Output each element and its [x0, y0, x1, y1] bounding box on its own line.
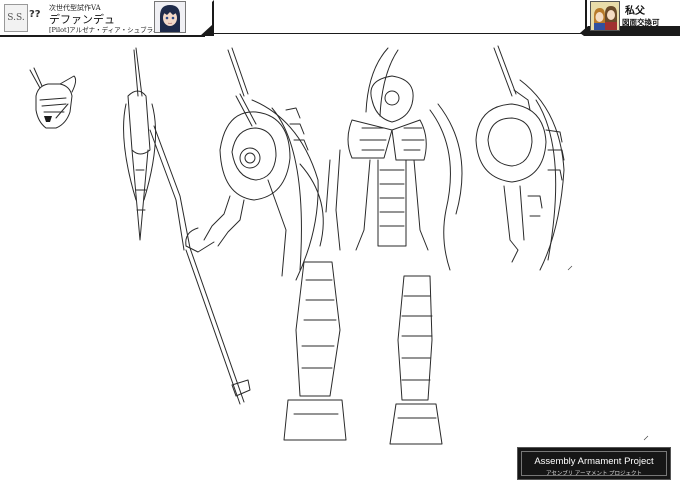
- unit-name: デファンデュ: [49, 13, 115, 26]
- project-badge: Assembly Armament Project アセンブリ アーマメント プ…: [517, 447, 671, 480]
- head-detail-view: [29, 67, 77, 129]
- arm-back-view: [475, 45, 565, 271]
- header: S.S. ?? 次世代型試作VA デファンデュ [Pilot]アルゼナ・ディア・…: [0, 0, 680, 40]
- pilot-label: [Pilot]アルゼナ・ディア・シュブラム: [49, 26, 160, 34]
- project-badge-frame: Assembly Armament Project アセンブリ アーマメント プ…: [521, 451, 667, 477]
- spear-weapon: [123, 47, 251, 405]
- pilot-portrait: [154, 1, 186, 33]
- series-label: 次世代型試作VA: [49, 4, 101, 12]
- title-block: 次世代型試作VA デファンデュ [Pilot]アルゼナ・ディア・シュブラム: [49, 4, 159, 35]
- author-icon: [590, 1, 620, 31]
- mech-front-view: [283, 47, 463, 445]
- unknown-mark: ??: [29, 9, 41, 20]
- pilot-portrait-icon: [155, 2, 185, 32]
- author-note: 図面交換可: [622, 18, 660, 27]
- project-title: Assembly Armament Project: [534, 456, 654, 467]
- mech-lineart: [29, 45, 649, 445]
- ss-label: S.S.: [4, 4, 28, 32]
- project-subtitle: アセンブリ アーマメント プロジェクト: [546, 471, 642, 477]
- author-name: 私父: [625, 6, 645, 17]
- author-avatar-icon: [591, 2, 619, 30]
- arm-side-view: [185, 47, 324, 281]
